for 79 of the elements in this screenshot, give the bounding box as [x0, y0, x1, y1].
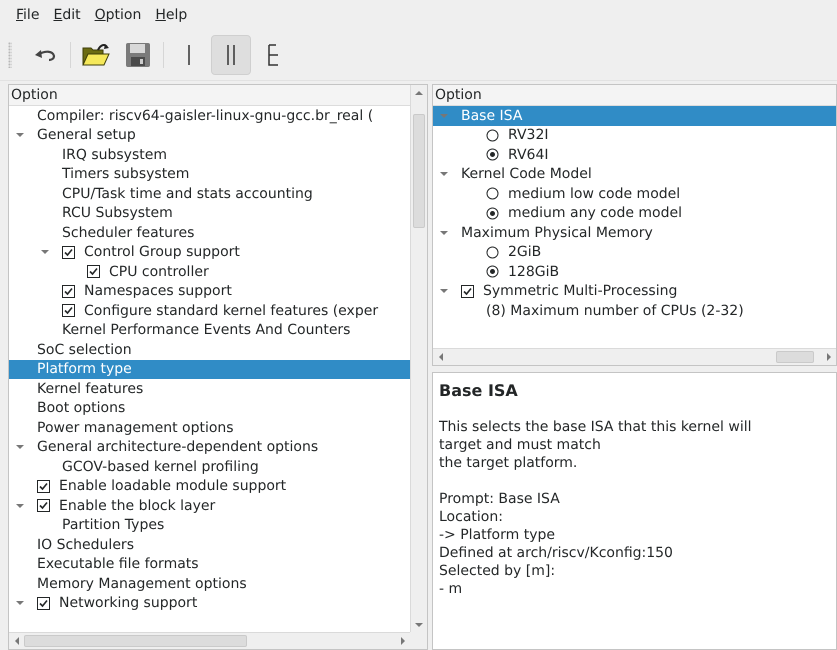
- tree-row[interactable]: CPU/Task time and stats accounting: [9, 184, 410, 204]
- toolbar-button[interactable]: [211, 35, 251, 75]
- column-header[interactable]: Option: [9, 85, 410, 106]
- tree-row[interactable]: Maximum Physical Memory: [433, 223, 836, 242]
- column-header[interactable]: Option: [433, 85, 836, 106]
- checkbox[interactable]: [37, 596, 50, 610]
- help-text: the target platform.: [439, 454, 578, 472]
- tree-row[interactable]: RCU Subsystem: [9, 204, 410, 223]
- help-text: Location:: [439, 508, 504, 526]
- tree-row[interactable]: Kernel features: [9, 379, 410, 398]
- radio-button[interactable]: [486, 206, 499, 220]
- menu-item[interactable]: Option: [90, 5, 146, 25]
- tree-row[interactable]: RV32I: [433, 126, 836, 145]
- tree-row[interactable]: Namespaces support: [9, 282, 410, 301]
- tree-row[interactable]: Symmetric Multi-Processing: [433, 282, 836, 301]
- split-pane-icon: [225, 44, 237, 66]
- tree-row[interactable]: Platform type: [9, 360, 410, 379]
- tree-row[interactable]: Kernel Performance Events And Counters: [9, 320, 410, 340]
- scroll-thumb[interactable]: [24, 635, 247, 647]
- checkbox[interactable]: [461, 284, 474, 298]
- tree-row[interactable]: Compiler: riscv64-gaisler-linux-gnu-gcc.br_real (: [9, 106, 410, 126]
- checkbox[interactable]: [37, 480, 50, 493]
- tree-row[interactable]: Enable the block layer: [9, 496, 410, 516]
- tree-row[interactable]: Memory Management options: [9, 574, 410, 594]
- tree-row[interactable]: 2GiB: [433, 242, 836, 262]
- tree-row[interactable]: (8) Maximum number of CPUs (2-32): [433, 301, 836, 320]
- tree-row[interactable]: Networking support: [9, 594, 410, 613]
- tree-row[interactable]: IRQ subsystem: [9, 145, 410, 164]
- menu-item[interactable]: File: [11, 5, 44, 25]
- horizontal-scrollbar[interactable]: [9, 632, 410, 649]
- tree-row[interactable]: Configure standard kernel features (exper: [9, 301, 410, 320]
- radio-button[interactable]: [486, 128, 499, 142]
- radio-button[interactable]: [486, 265, 499, 278]
- tree-row[interactable]: Power management options: [9, 418, 410, 438]
- checkbox[interactable]: [62, 246, 75, 259]
- help-title: Base ISA: [439, 381, 519, 400]
- tree-row[interactable]: Base ISA: [433, 106, 836, 126]
- undo-icon: [33, 47, 57, 63]
- tree-row[interactable]: IO Schedulers: [9, 535, 410, 554]
- radio-button[interactable]: [486, 187, 499, 200]
- tree-row[interactable]: GCOV-based kernel profiling: [9, 457, 410, 476]
- tree-view-icon: [267, 44, 279, 66]
- tree-row[interactable]: SoC selection: [9, 340, 410, 360]
- tree-row[interactable]: 128GiB: [433, 262, 836, 282]
- tree-row[interactable]: medium any code model: [433, 204, 836, 223]
- tree-row[interactable]: medium low code model: [433, 184, 836, 204]
- vertical-scrollbar[interactable]: [410, 85, 427, 632]
- radio-button[interactable]: [486, 148, 499, 162]
- tree-row[interactable]: RV64I: [433, 145, 836, 164]
- radio-button[interactable]: [486, 246, 499, 259]
- help-text: target and must match: [439, 436, 602, 454]
- tree-row[interactable]: Control Group support: [9, 242, 410, 262]
- tree-row[interactable]: Partition Types: [9, 516, 410, 535]
- tree-row[interactable]: Executable file formats: [9, 554, 410, 574]
- tree-row[interactable]: Enable loadable module support: [9, 476, 410, 496]
- folder-icon: [81, 42, 111, 68]
- help-text: Selected by [m]:: [439, 562, 556, 580]
- tree-row[interactable]: Kernel Code Model: [433, 164, 836, 184]
- horizontal-scrollbar[interactable]: [433, 348, 836, 365]
- tree-row[interactable]: General setup: [9, 126, 410, 145]
- checkbox[interactable]: [62, 304, 75, 318]
- menu-item[interactable]: Help: [150, 5, 192, 25]
- tree-row[interactable]: Scheduler features: [9, 223, 410, 242]
- help-text: - m: [439, 580, 464, 598]
- tree-row[interactable]: CPU controller: [9, 262, 410, 282]
- menu-item[interactable]: Edit: [48, 5, 86, 25]
- help-text: -> Platform type: [439, 526, 556, 544]
- help-text: This selects the base ISA that this kernel will: [439, 418, 753, 436]
- single-pane-icon: [186, 44, 192, 66]
- help-text: Prompt: Base ISA: [439, 490, 561, 508]
- tree-row[interactable]: Timers subsystem: [9, 164, 410, 184]
- help-text: Defined at arch/riscv/Kconfig:150: [439, 544, 674, 562]
- scroll-thumb[interactable]: [776, 351, 814, 363]
- checkbox[interactable]: [37, 499, 50, 512]
- tree-row[interactable]: General architecture-dependent options: [9, 438, 410, 457]
- checkbox[interactable]: [87, 265, 100, 278]
- scroll-thumb[interactable]: [413, 114, 425, 228]
- tree-row[interactable]: Boot options: [9, 398, 410, 418]
- checkbox[interactable]: [62, 284, 75, 298]
